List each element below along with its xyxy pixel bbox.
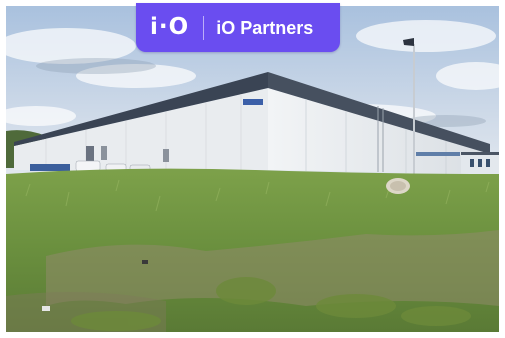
warehouse-sign <box>243 99 263 105</box>
property-photo <box>6 6 499 332</box>
loading-door <box>163 149 169 162</box>
loading-door <box>86 146 94 162</box>
brand-name: iO Partners <box>216 17 314 38</box>
io-partners-badge: i·O iO Partners <box>136 3 340 52</box>
window-strip <box>416 152 460 156</box>
loading-door <box>101 146 107 160</box>
io-logo-icon: i·O <box>150 14 190 40</box>
warehouse-photo-illustration <box>6 6 499 332</box>
debris <box>142 260 148 264</box>
badge-divider <box>203 15 205 40</box>
debris <box>42 306 50 311</box>
